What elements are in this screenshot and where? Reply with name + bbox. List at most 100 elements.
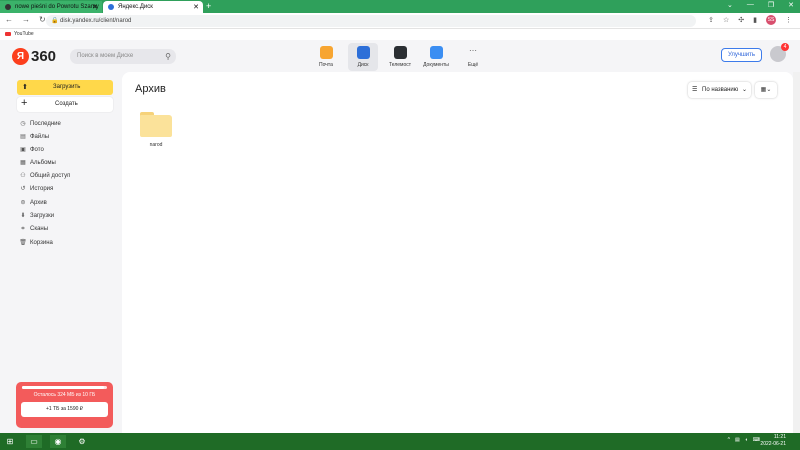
downloads-icon: ⬇ (20, 213, 26, 219)
tab-label: nowe pieśni do Powrotu Szamy (15, 4, 99, 10)
chevron-down-icon: ⌄ (741, 87, 747, 93)
albums-icon: ▦ (20, 160, 26, 166)
user-avatar[interactable]: 4 (770, 43, 789, 62)
language-icon[interactable]: ⌨ (753, 437, 760, 443)
url-input[interactable]: 🔒 disk.yandex.ru/client/narod (46, 15, 696, 27)
system-tray: ^ ▤ ◖ ⌨ (728, 437, 760, 443)
sidebar-item-downloads[interactable]: ⬇ Загрузки (19, 210, 54, 222)
app-mail[interactable]: Почта (311, 43, 341, 71)
sort-dropdown[interactable]: ☰ По названию ⌄ (688, 82, 751, 98)
buy-storage-button[interactable]: +1 ТБ за 1590 ₽ (21, 402, 108, 417)
telemost-icon (393, 46, 407, 59)
scrollbar[interactable] (793, 72, 800, 433)
app-more[interactable]: ⋯ Ещё (458, 43, 488, 71)
browser-tab-1[interactable]: nowe pieśni do Powrotu Szamy ✕ (0, 1, 102, 13)
reload-icon[interactable]: ↻ (39, 15, 46, 24)
sidebar-item-label: Загрузки (30, 213, 55, 219)
folder-icon (140, 115, 172, 137)
mail-icon (319, 46, 333, 59)
profile-avatar[interactable]: SS (766, 15, 776, 25)
star-icon[interactable]: ☆ (723, 16, 729, 24)
sidebar-item-label: Корзина (30, 240, 53, 246)
extensions-icon[interactable]: ✣ (738, 16, 744, 24)
yandex-logo-icon: Я (12, 48, 29, 65)
minimize-icon[interactable]: — (747, 1, 754, 9)
app-disk[interactable]: Диск (348, 43, 378, 71)
sidebar-item-scans[interactable]: ⌗ Сканы (19, 223, 48, 235)
tab-search-icon[interactable]: ⌄ (727, 1, 733, 9)
new-tab-button[interactable]: + (206, 1, 211, 11)
history-icon: ↺ (20, 186, 26, 192)
app-documents[interactable]: Документы (421, 43, 451, 71)
sidebar-item-label: Сканы (30, 226, 49, 232)
yandex-360-logo[interactable]: Я 360 (12, 48, 56, 65)
browser-tab-2[interactable]: Яндекс.Диск ✕ (103, 1, 203, 13)
sidebar-item-trash[interactable]: 🗑 Корзина (19, 237, 53, 249)
close-tab-icon[interactable]: ✕ (92, 3, 98, 11)
windows-taskbar: ⊞ ▭ ◉ ⚙ ^ ▤ ◖ ⌨ 11:21 2022-06-21 (0, 433, 800, 450)
back-icon[interactable]: ← (5, 15, 13, 24)
tab-label: Яндекс.Диск (118, 4, 153, 10)
sidebar-icon[interactable]: ▮ (753, 16, 757, 24)
forward-icon[interactable]: → (22, 15, 30, 24)
sidebar-item-photo[interactable]: ▣ Фото (19, 144, 44, 156)
steam-icon[interactable]: ⚙ (74, 435, 90, 448)
scans-icon: ⌗ (21, 226, 25, 232)
system-clock[interactable]: 11:21 2022-06-21 (760, 434, 786, 448)
trash-icon: 🗑 (19, 240, 27, 246)
search-input[interactable]: Поиск в моем Диске ⚲ (70, 49, 176, 64)
share-icon[interactable]: ⇪ (708, 16, 714, 24)
url-text: disk.yandex.ru/client/narod (60, 18, 132, 24)
photo-icon: ▣ (20, 147, 26, 153)
search-placeholder: Поиск в моем Диске (77, 53, 134, 59)
sidebar-item-label: Архив (30, 200, 47, 206)
folder-name[interactable]: narod (138, 142, 174, 148)
browser-tab-bar: nowe pieśni do Powrotu Szamy ✕ Яндекс.Ди… (0, 0, 800, 13)
search-icon[interactable]: ⚲ (165, 49, 171, 64)
app-label: Ещё (467, 62, 479, 68)
sidebar-item-history[interactable]: ↺ История (19, 183, 53, 195)
nav-buttons: ← → ↻ (5, 15, 46, 24)
tray-arrow-icon[interactable]: ^ (728, 437, 730, 443)
menu-icon[interactable]: ⋮ (785, 16, 792, 24)
chrome-icon[interactable]: ◉ (50, 435, 66, 448)
sidebar-item-label: Общий доступ (30, 173, 71, 179)
create-button[interactable]: + Создать (17, 97, 113, 112)
clock-date: 2022-06-21 (760, 441, 786, 447)
maximize-icon[interactable]: ❐ (768, 1, 774, 9)
sidebar-item-files[interactable]: ▤ Файлы (19, 131, 49, 143)
upload-label: Загрузить (53, 84, 81, 90)
window-controls: ⌄ — ❐ ✕ (727, 1, 794, 9)
sidebar-item-archive[interactable]: ⊜ Архив (19, 197, 47, 209)
windows-start-icon[interactable]: ⊞ (4, 435, 16, 448)
create-label: Создать (55, 101, 78, 107)
app-label: Телемост (388, 62, 412, 68)
sidebar-item-recent[interactable]: ◷ Последние (19, 118, 61, 130)
file-explorer-icon[interactable]: ▭ (26, 435, 42, 448)
lock-icon: 🔒 (51, 18, 59, 24)
address-bar-row: ← → ↻ 🔒 disk.yandex.ru/client/narod ⇪ ☆ … (0, 13, 800, 29)
sidebar-item-albums[interactable]: ▦ Альбомы (19, 157, 56, 169)
close-tab-icon[interactable]: ✕ (193, 3, 199, 11)
storage-progress-bar (22, 386, 107, 389)
app-label: Документы (423, 62, 449, 68)
app-telemost[interactable]: Телемост (385, 43, 415, 71)
sidebar-item-label: Альбомы (30, 160, 56, 166)
bookmark-youtube[interactable]: YouTube (14, 31, 34, 37)
sidebar-item-label: История (30, 186, 54, 192)
upgrade-button[interactable]: Улучшить (721, 48, 762, 62)
sidebar-item-shared[interactable]: ⚇ Общий доступ (19, 170, 70, 182)
volume-icon[interactable]: ◖ (745, 437, 748, 443)
network-icon[interactable]: ▤ (735, 437, 740, 443)
sort-label: По названию (702, 87, 739, 93)
youtube-icon (5, 31, 11, 36)
view-mode-dropdown[interactable]: ▦⌄ (755, 82, 777, 98)
sidebar-item-label: Последние (30, 121, 61, 127)
plus-icon: + (21, 97, 28, 109)
close-window-icon[interactable]: ✕ (788, 1, 794, 9)
clock-time: 11:21 (773, 434, 786, 440)
upload-button[interactable]: ⬆ Загрузить (17, 80, 113, 95)
sidebar: ⬆ Загрузить + Создать ◷ Последние ▤ Файлы … (0, 72, 122, 433)
storage-panel: Осталось 324 МБ из 10 ГБ +1 ТБ за 1590 ₽ (16, 382, 113, 428)
app-label: Диск (357, 62, 369, 68)
